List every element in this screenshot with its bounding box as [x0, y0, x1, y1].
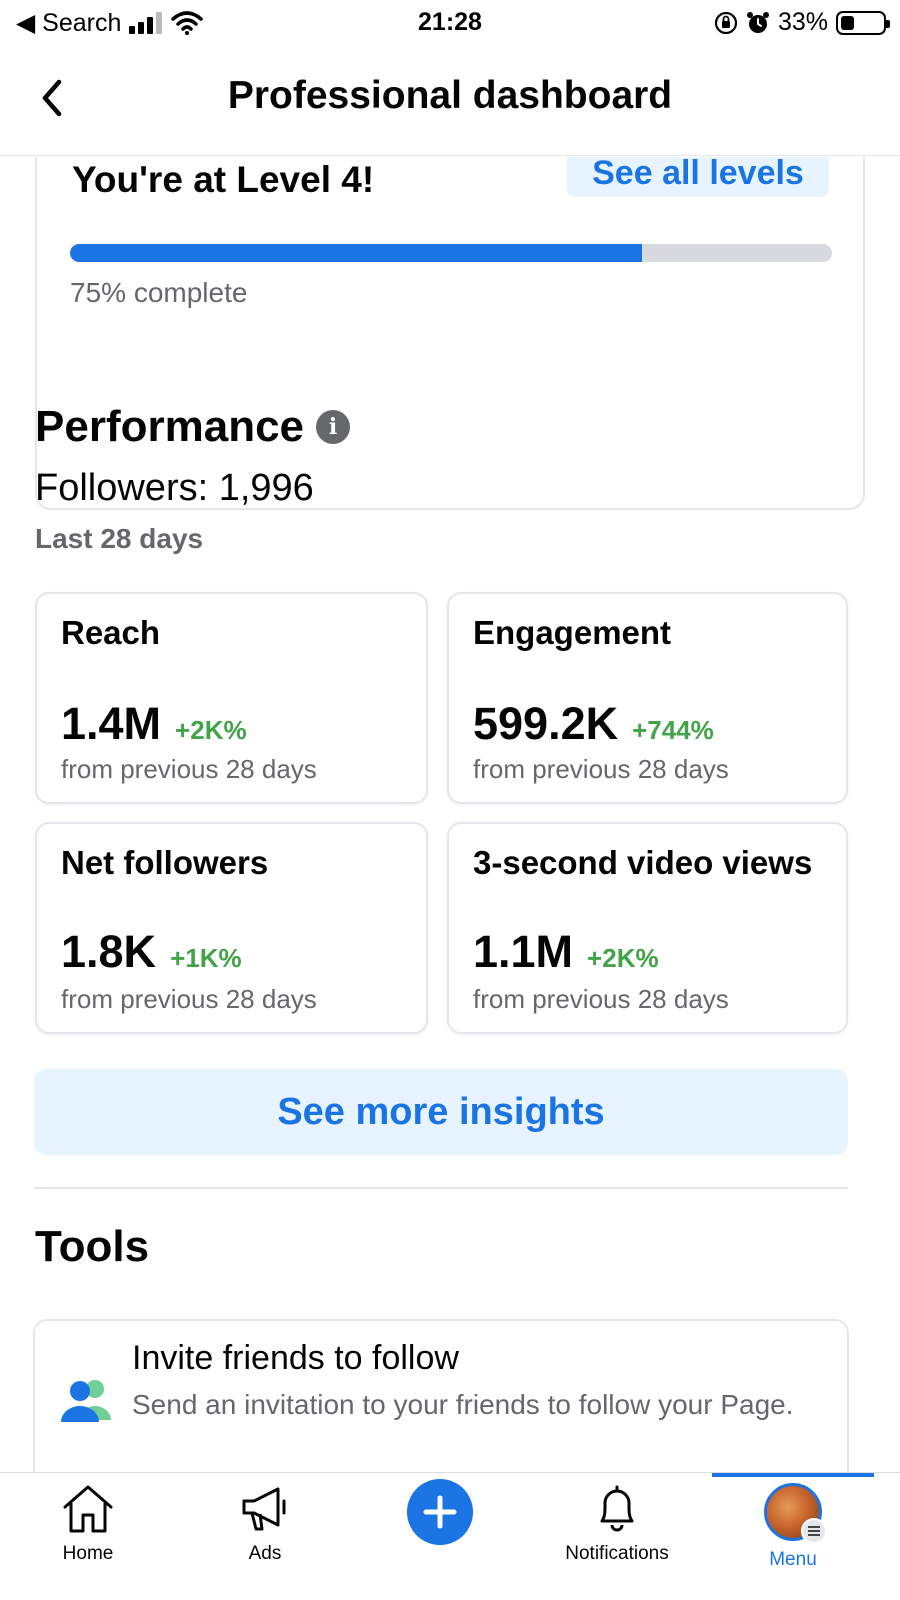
nav-label: Home	[62, 1543, 114, 1564]
section-divider	[34, 1187, 848, 1189]
active-tab-indicator	[712, 1473, 874, 1477]
metric-value-row: 1.1M +2K%	[473, 926, 659, 978]
battery-percent: 33%	[777, 8, 828, 36]
nav-label: Notifications	[565, 1543, 669, 1564]
performance-title: Performance	[35, 402, 305, 451]
nav-menu[interactable]: Menu	[713, 1483, 873, 1571]
scroll-content[interactable]: You're at Level 4! See all levels 75% co…	[0, 157, 900, 1505]
level-progress-text: 75% complete	[70, 277, 248, 308]
metric-value: 1.1M	[473, 926, 574, 977]
see-more-insights-button[interactable]: See more insights	[34, 1069, 848, 1155]
metric-comparison: from previous 28 days	[61, 754, 317, 784]
metric-card-net-followers[interactable]: Net followers 1.8K +1K% from previous 28…	[35, 822, 428, 1034]
status-right: 33%	[714, 8, 890, 37]
megaphone-icon	[242, 1487, 286, 1531]
alarm-icon	[746, 11, 769, 33]
metric-name: Engagement	[473, 614, 672, 651]
tool-description: Send an invitation to your friends to fo…	[132, 1389, 794, 1420]
bottom-nav: Home Ads Notifications Menu	[0, 1472, 900, 1600]
metric-change: +1K%	[170, 943, 242, 973]
metric-card-reach[interactable]: Reach 1.4M +2K% from previous 28 days	[35, 592, 428, 804]
create-button[interactable]	[407, 1479, 473, 1545]
metric-comparison: from previous 28 days	[473, 984, 729, 1014]
metric-name: 3-second video views	[473, 844, 813, 881]
performance-heading: Performance i	[35, 402, 351, 452]
nav-create[interactable]	[360, 1479, 520, 1545]
metric-value: 1.4M	[61, 698, 162, 749]
metric-name: Reach	[61, 614, 161, 651]
metric-card-engagement[interactable]: Engagement 599.2K +744% from previous 28…	[447, 592, 848, 804]
metric-value-row: 1.8K +1K%	[61, 926, 242, 978]
page-header: Professional dashboard	[0, 46, 900, 156]
status-bar: ◀ Search 21:28 33%	[0, 0, 900, 46]
tool-title: Invite friends to follow	[132, 1339, 459, 1377]
plus-icon	[423, 1495, 457, 1529]
orientation-lock-icon	[714, 11, 738, 34]
metric-comparison: from previous 28 days	[61, 984, 317, 1014]
nav-home[interactable]: Home	[8, 1483, 168, 1565]
level-progress-fill	[70, 244, 642, 262]
metric-change: +2K%	[587, 943, 659, 973]
nav-notifications[interactable]: Notifications	[537, 1483, 697, 1565]
period-label: Last 28 days	[35, 523, 204, 554]
see-all-levels-button[interactable]: See all levels	[567, 157, 829, 197]
followers-count: Followers: 1,996	[35, 467, 314, 509]
metric-value: 599.2K	[473, 698, 619, 749]
menu-icon	[801, 1518, 827, 1544]
home-icon	[63, 1485, 113, 1533]
page-title: Professional dashboard	[227, 74, 673, 117]
bell-icon	[600, 1485, 634, 1532]
people-icon	[61, 1380, 111, 1422]
metric-change: +2K%	[175, 715, 247, 745]
level-progress-bar	[70, 244, 832, 262]
level-title: You're at Level 4!	[72, 159, 375, 200]
battery-level	[841, 15, 854, 30]
tools-title: Tools	[35, 1222, 150, 1271]
metric-comparison: from previous 28 days	[473, 754, 729, 784]
metric-value: 1.8K	[61, 926, 157, 977]
nav-label: Ads	[248, 1543, 282, 1564]
avatar	[764, 1483, 827, 1544]
nav-label: Menu	[769, 1549, 817, 1570]
metric-change: +744%	[632, 715, 714, 745]
level-card: You're at Level 4! See all levels 75% co…	[35, 157, 865, 510]
nav-ads[interactable]: Ads	[185, 1483, 345, 1565]
metric-name: Net followers	[61, 844, 269, 881]
info-icon[interactable]: i	[316, 410, 351, 444]
metric-value-row: 1.4M +2K%	[61, 698, 247, 750]
metric-value-row: 599.2K +744%	[473, 698, 714, 750]
metric-card-video-views[interactable]: 3-second video views 1.1M +2K% from prev…	[447, 822, 848, 1034]
battery-icon	[836, 10, 890, 35]
